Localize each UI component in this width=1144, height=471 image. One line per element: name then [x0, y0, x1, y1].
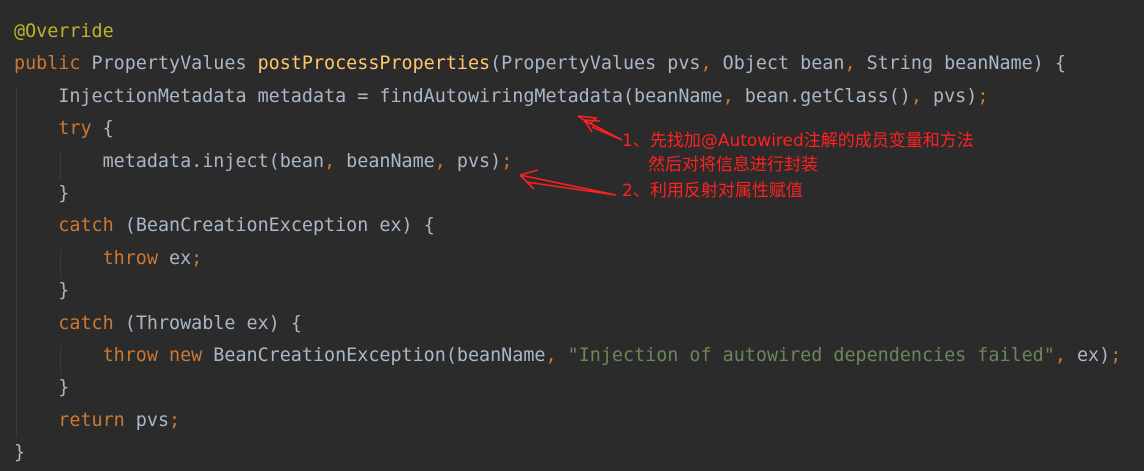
annotation-arrows [519, 115, 623, 196]
annotation-note-1-line-2: 然后对将信息进行封装 [648, 155, 818, 175]
annotation-note-2: 2、利用反射对属性赋值 [622, 181, 803, 201]
code-editor[interactable]: @Override public PropertyValues postProce… [0, 0, 1144, 471]
arrow-2 [519, 169, 617, 196]
arrow-1 [577, 115, 623, 141]
annotation-note-1-line-1: 1、先找加@Autowired注解的成员变量和方法 [622, 131, 974, 151]
